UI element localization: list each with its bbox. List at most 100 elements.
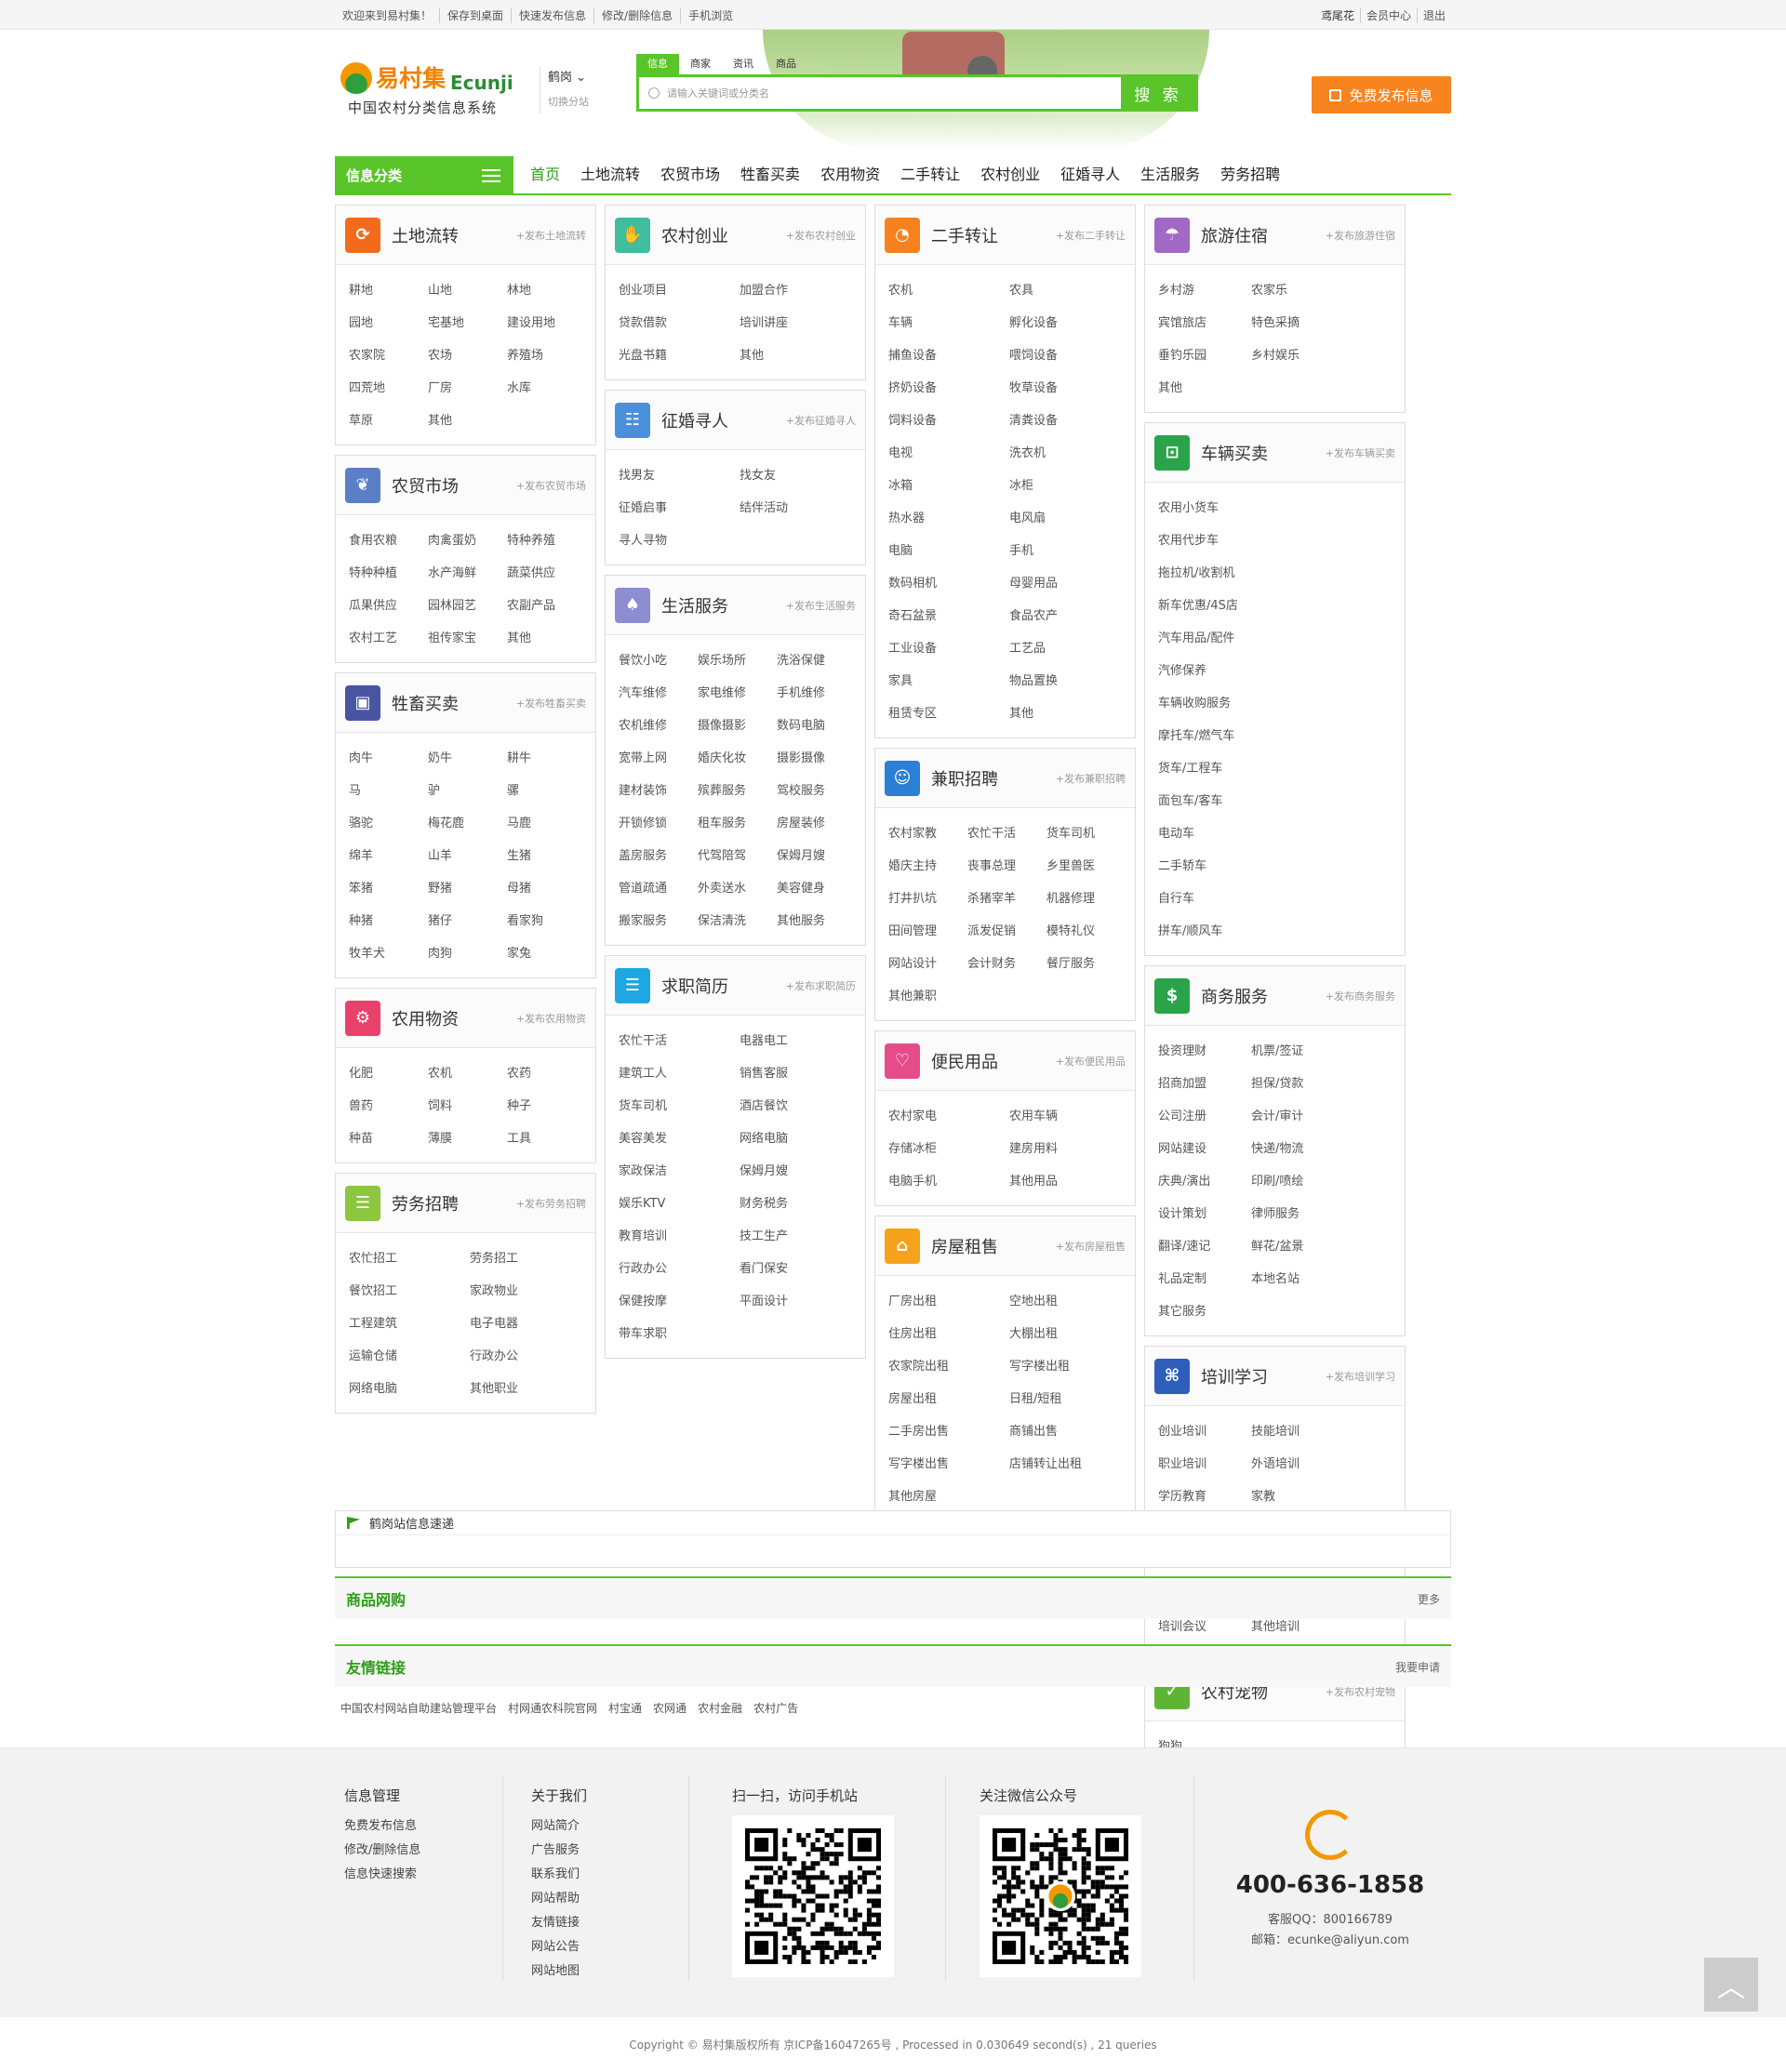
category-link[interactable]: 家电维修 bbox=[698, 677, 777, 710]
category-link[interactable]: 车辆收购服务 bbox=[1158, 687, 1302, 720]
category-link[interactable]: 物品置换 bbox=[1009, 665, 1130, 697]
category-link[interactable]: 特种种植 bbox=[349, 557, 428, 590]
category-link[interactable]: 建筑工人 bbox=[619, 1057, 740, 1090]
footer-link[interactable]: 友情链接 bbox=[531, 1911, 587, 1935]
nav-startup[interactable]: 农村创业 bbox=[980, 156, 1040, 193]
category-link[interactable]: 工业设备 bbox=[888, 632, 1009, 665]
category-link[interactable]: 农场 bbox=[428, 339, 507, 372]
footer-link[interactable]: 广告服务 bbox=[531, 1839, 587, 1863]
panel-publish-link[interactable]: +发布车辆买卖 bbox=[1326, 445, 1395, 460]
panel-publish-link[interactable]: +发布农贸市场 bbox=[516, 478, 586, 493]
friend-link[interactable]: 农网通 bbox=[653, 1700, 686, 1716]
category-link[interactable]: 培训讲座 bbox=[740, 307, 860, 339]
category-link[interactable]: 猪仔 bbox=[428, 905, 507, 937]
category-link[interactable]: 农忙招工 bbox=[349, 1242, 470, 1275]
category-link[interactable]: 冰箱 bbox=[888, 470, 1009, 502]
category-link[interactable]: 兽药 bbox=[349, 1090, 428, 1122]
category-link[interactable]: 行政办公 bbox=[619, 1253, 740, 1285]
category-link[interactable]: 林地 bbox=[507, 274, 586, 307]
category-link[interactable]: 婚庆化妆 bbox=[698, 742, 777, 775]
category-link[interactable]: 田间管理 bbox=[888, 915, 967, 948]
category-link[interactable]: 孵化设备 bbox=[1009, 307, 1130, 339]
category-link[interactable]: 其他 bbox=[1009, 697, 1130, 730]
category-link[interactable]: 绵羊 bbox=[349, 840, 428, 872]
category-link[interactable]: 工艺品 bbox=[1009, 632, 1130, 665]
footer-link[interactable]: 信息快速搜索 bbox=[344, 1863, 420, 1887]
category-link[interactable]: 骆驼 bbox=[349, 807, 428, 840]
category-link[interactable]: 房屋装修 bbox=[777, 807, 856, 840]
category-link[interactable]: 网络电脑 bbox=[740, 1122, 860, 1155]
category-link[interactable]: 写字楼出租 bbox=[1009, 1350, 1130, 1383]
category-link[interactable]: 农副产品 bbox=[507, 590, 586, 622]
panel-publish-link[interactable]: +发布牲畜买卖 bbox=[516, 696, 586, 711]
category-link[interactable]: 其他职业 bbox=[470, 1373, 591, 1405]
search-button[interactable]: 搜 索 bbox=[1121, 77, 1195, 109]
category-link[interactable]: 结伴活动 bbox=[740, 492, 860, 525]
category-link[interactable]: 货车司机 bbox=[1046, 817, 1126, 850]
footer-link[interactable]: 免费发布信息 bbox=[344, 1814, 420, 1839]
category-link[interactable]: 网络电脑 bbox=[349, 1373, 470, 1405]
panel-title[interactable]: 生活服务 bbox=[661, 593, 728, 618]
category-link[interactable]: 盖房服务 bbox=[619, 840, 698, 872]
category-link[interactable]: 二手房出售 bbox=[888, 1415, 1009, 1448]
category-link[interactable]: 其他 bbox=[1158, 372, 1251, 405]
category-link[interactable]: 摄像摄影 bbox=[698, 710, 777, 742]
category-link[interactable]: 看门保安 bbox=[740, 1253, 860, 1285]
category-link[interactable]: 农用小货车 bbox=[1158, 492, 1302, 525]
category-link[interactable]: 草原 bbox=[349, 405, 428, 437]
category-link[interactable]: 丧事总理 bbox=[967, 850, 1046, 883]
category-link[interactable]: 特种养殖 bbox=[507, 525, 586, 557]
category-link[interactable]: 其他房屋 bbox=[888, 1481, 1009, 1513]
category-link[interactable]: 征婚启事 bbox=[619, 492, 740, 525]
category-link[interactable]: 农机 bbox=[888, 274, 1009, 307]
search-tab-info[interactable]: 信息 bbox=[636, 54, 679, 74]
category-link[interactable]: 销售客服 bbox=[740, 1057, 860, 1090]
category-link[interactable]: 新车优惠/4S店 bbox=[1158, 590, 1302, 622]
back-to-top-button[interactable]: ︿ bbox=[1704, 1958, 1758, 2012]
category-link[interactable]: 肉狗 bbox=[428, 937, 507, 970]
category-link[interactable]: 机票/签证 bbox=[1251, 1035, 1344, 1068]
category-link[interactable]: 家教 bbox=[1251, 1481, 1344, 1513]
category-link[interactable]: 农具 bbox=[1009, 274, 1130, 307]
footer-link[interactable]: 网站简介 bbox=[531, 1814, 587, 1839]
category-link[interactable]: 种子 bbox=[507, 1090, 586, 1122]
category-link[interactable]: 美容美发 bbox=[619, 1122, 740, 1155]
category-link[interactable]: 薄膜 bbox=[428, 1122, 507, 1155]
category-link[interactable]: 技能培训 bbox=[1251, 1415, 1344, 1448]
category-link[interactable]: 蔬菜供应 bbox=[507, 557, 586, 590]
shop-more-link[interactable]: 更多 bbox=[1418, 1591, 1440, 1607]
footer-link[interactable]: 网站地图 bbox=[531, 1959, 587, 1984]
category-link[interactable]: 派发促销 bbox=[967, 915, 1046, 948]
panel-publish-link[interactable]: +发布兼职招聘 bbox=[1056, 771, 1126, 786]
category-link[interactable]: 宽带上网 bbox=[619, 742, 698, 775]
category-link[interactable]: 家政保洁 bbox=[619, 1155, 740, 1188]
category-link[interactable]: 保姆月嫂 bbox=[740, 1155, 860, 1188]
category-link[interactable]: 娱乐场所 bbox=[698, 644, 777, 677]
category-link[interactable]: 店铺转让出租 bbox=[1009, 1448, 1130, 1481]
category-link[interactable]: 农村工艺 bbox=[349, 622, 428, 655]
category-link[interactable]: 平面设计 bbox=[740, 1285, 860, 1318]
category-link[interactable]: 乡村娱乐 bbox=[1251, 339, 1344, 372]
panel-title[interactable]: 劳务招聘 bbox=[392, 1191, 459, 1215]
panel-title[interactable]: 求职简历 bbox=[661, 974, 728, 998]
logout-link[interactable]: 退出 bbox=[1416, 7, 1451, 23]
category-link[interactable]: 自行车 bbox=[1158, 883, 1302, 915]
category-link[interactable]: 梅花鹿 bbox=[428, 807, 507, 840]
category-link[interactable]: 骡 bbox=[507, 775, 586, 807]
category-link[interactable]: 挤奶设备 bbox=[888, 372, 1009, 405]
free-publish-button[interactable]: 免费发布信息 bbox=[1312, 76, 1451, 113]
category-link[interactable]: 奇石盆景 bbox=[888, 600, 1009, 632]
category-link[interactable]: 工具 bbox=[507, 1122, 586, 1155]
category-link[interactable]: 汽修保养 bbox=[1158, 655, 1302, 687]
category-link[interactable]: 祖传家宝 bbox=[428, 622, 507, 655]
category-link[interactable]: 耕地 bbox=[349, 274, 428, 307]
category-link[interactable]: 保洁清洗 bbox=[698, 905, 777, 937]
category-link[interactable]: 电视 bbox=[888, 437, 1009, 470]
category-link[interactable]: 其他 bbox=[507, 622, 586, 655]
category-link[interactable]: 园林园艺 bbox=[428, 590, 507, 622]
panel-title[interactable]: 土地流转 bbox=[392, 223, 459, 247]
friend-link[interactable]: 农村广告 bbox=[753, 1700, 798, 1716]
category-link[interactable]: 捕鱼设备 bbox=[888, 339, 1009, 372]
category-link[interactable]: 瓜果供应 bbox=[349, 590, 428, 622]
category-link[interactable]: 母猪 bbox=[507, 872, 586, 905]
